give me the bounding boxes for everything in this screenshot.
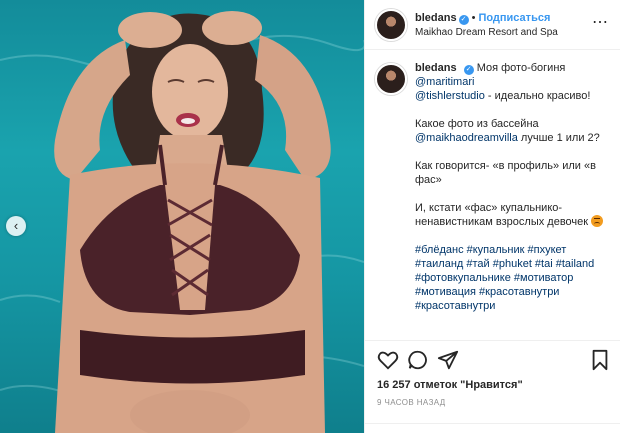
caption-line-1: Моя фото-богиня: [476, 62, 566, 74]
heart-icon[interactable]: [377, 349, 399, 371]
caption-paragraph-1: bledans ✓ Моя фото-богиня @maritimari @t…: [415, 61, 610, 103]
bookmark-icon[interactable]: [589, 349, 611, 371]
carousel-prev-button[interactable]: ‹: [6, 216, 26, 236]
post-time[interactable]: 9 ЧАСОВ НАЗАД: [377, 398, 446, 407]
caption-line-3: - идеально красиво!: [484, 90, 591, 102]
likes-count[interactable]: 16 257 отметок "Нравится": [377, 379, 523, 391]
caption-avatar[interactable]: [375, 63, 407, 95]
caption-p2-end: лучше 1 или 2?: [517, 132, 600, 144]
more-icon[interactable]: ⋯: [592, 12, 608, 32]
photo-illustration: [0, 11, 364, 433]
post-sidebar: bledans ✓ • Подписаться Maikhao Dream Resor…: [364, 0, 620, 433]
verified-badge-icon: ✓: [458, 15, 469, 25]
post-actions: 16 257 отметок "Нравится" 9 ЧАСОВ НАЗАД: [365, 340, 620, 433]
username[interactable]: bledans: [415, 12, 457, 24]
caption-paragraph-3: Как говорится- «в профиль» или «в фас»: [415, 160, 596, 186]
caption-p4: И, кстати «фас» купальнико-ненавистникам…: [415, 202, 589, 228]
comment-icon[interactable]: [407, 349, 429, 371]
user-line: bledans ✓ • Подписаться: [415, 12, 550, 25]
caption: bledans ✓ Моя фото-богиня @maritimari @t…: [415, 61, 610, 313]
comment-box-divider: [365, 423, 620, 424]
caption-paragraph-4: И, кстати «фас» купальнико-ненавистникам…: [415, 201, 610, 229]
caption-paragraph-2: Какое фото из бассейна @maikhaodreamvill…: [415, 117, 610, 145]
angry-face-emoji-icon: [591, 215, 604, 227]
share-icon[interactable]: [437, 349, 459, 371]
caption-username[interactable]: bledans: [415, 62, 457, 74]
caption-verified-icon: ✓: [463, 65, 474, 75]
avatar[interactable]: [375, 9, 407, 41]
hashtags[interactable]: #блёданс #купальник #пхукет #таиланд #та…: [415, 243, 610, 313]
separator-dot: •: [471, 12, 476, 24]
mention-maikhaodreamvilla[interactable]: @maikhaodreamvilla: [415, 132, 518, 144]
post-header: bledans ✓ • Подписаться Maikhao Dream Resor…: [365, 0, 620, 50]
caption-p2-start: Какое фото из бассейна: [415, 118, 539, 130]
comments-area[interactable]: bledans ✓ Моя фото-богиня @maritimari @t…: [365, 51, 620, 340]
location-link[interactable]: Maikhao Dream Resort and Spa: [415, 27, 558, 38]
mention-maritimari[interactable]: @maritimari: [415, 76, 474, 88]
mention-tishlerstudio[interactable]: @tishlerstudio: [415, 90, 485, 102]
follow-button[interactable]: Подписаться: [478, 12, 550, 24]
chevron-left-icon: ‹: [13, 218, 19, 233]
post-photo[interactable]: ‹: [0, 0, 364, 433]
